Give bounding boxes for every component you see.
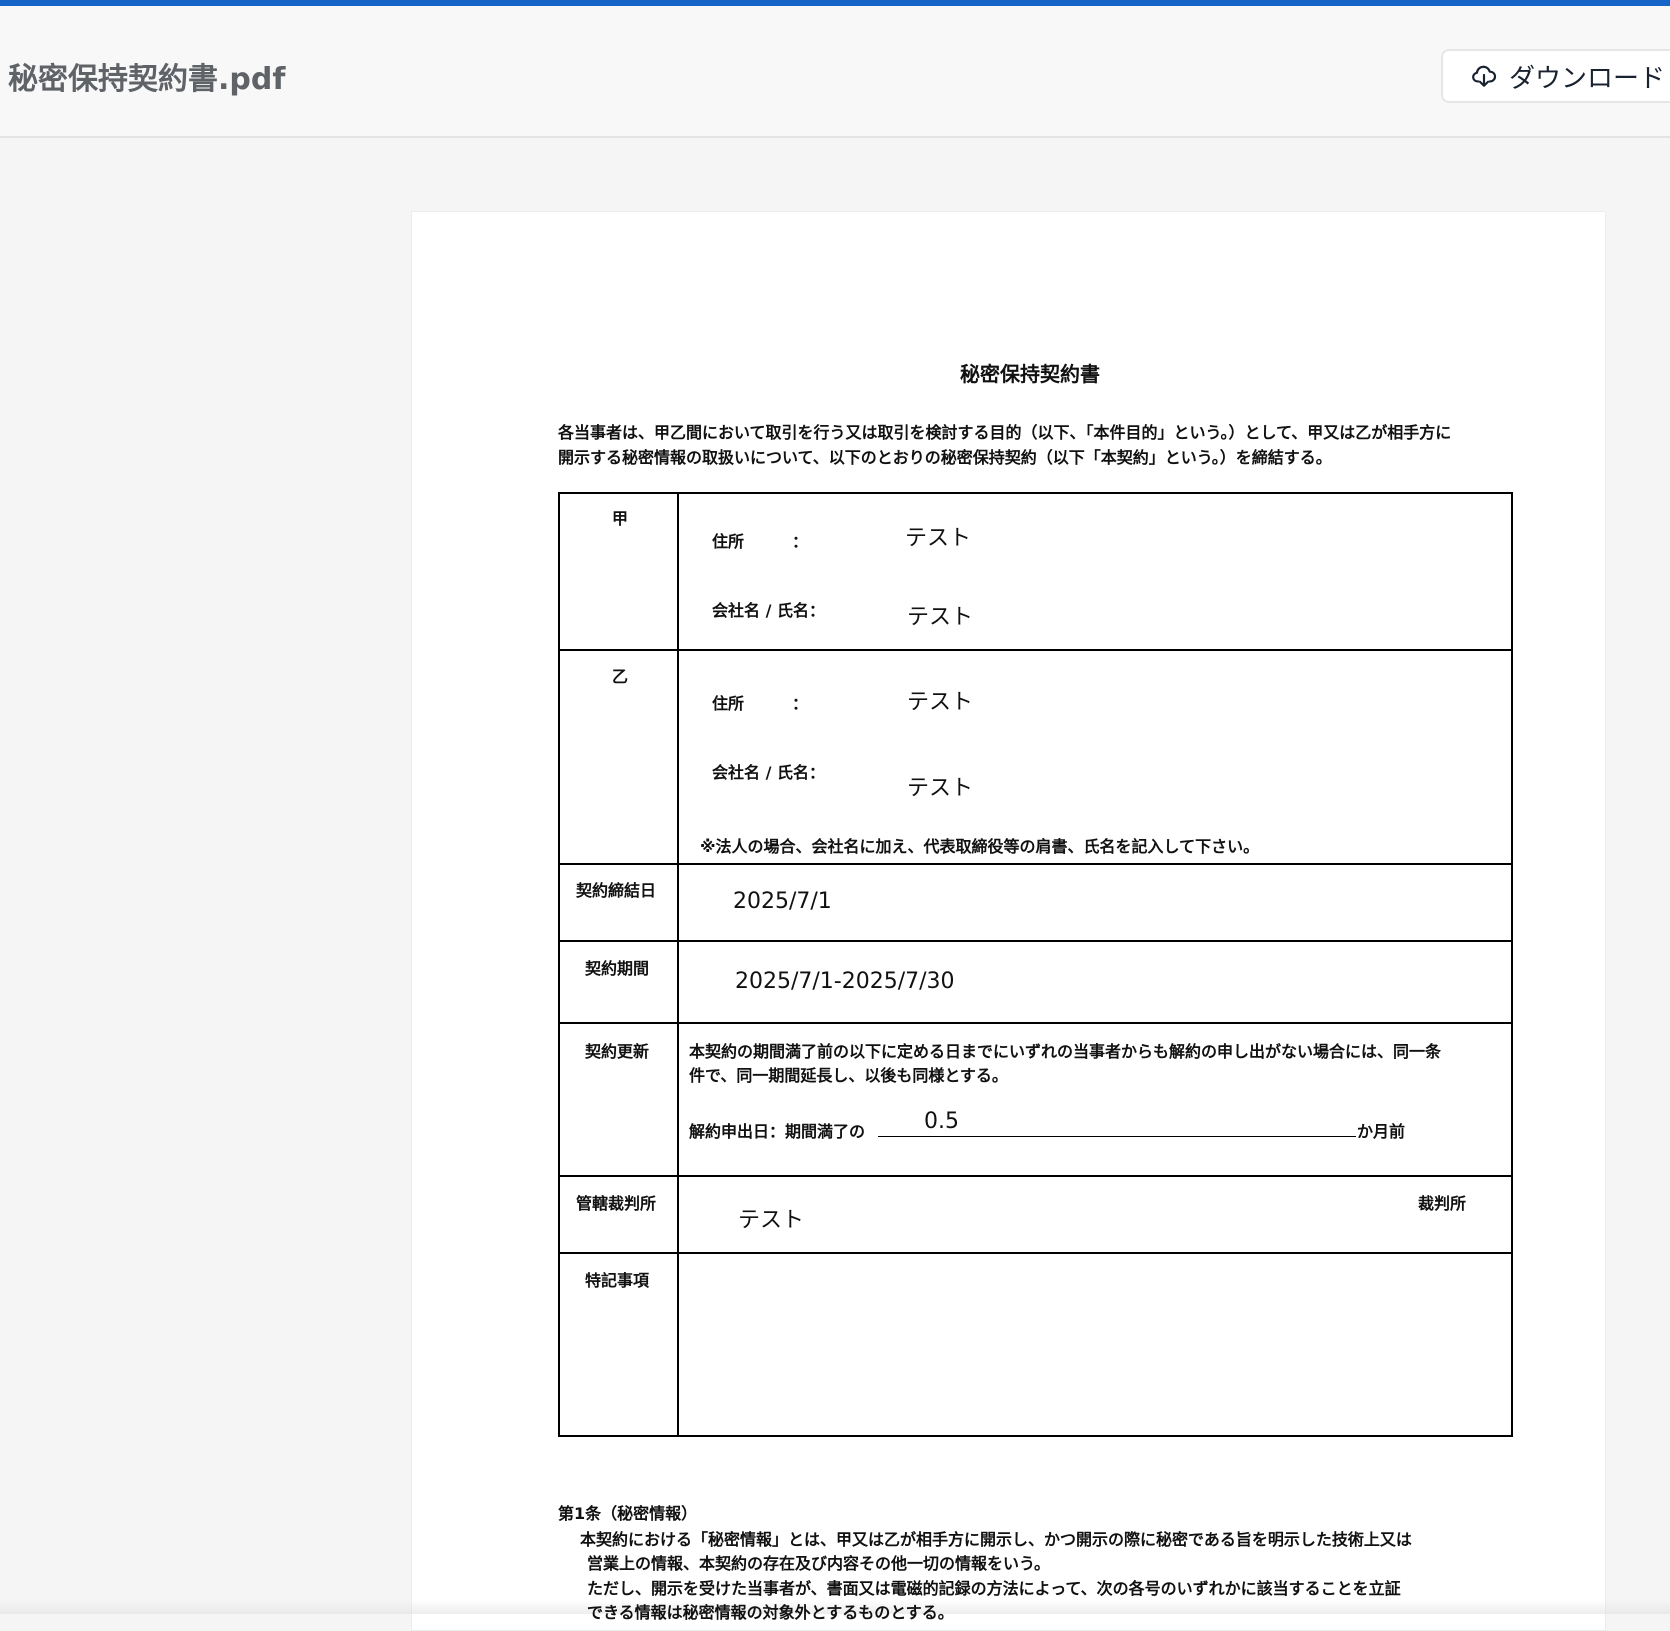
article1-heading: 第1条（秘密情報）	[558, 1504, 698, 1523]
intro-line: 各当事者は、甲乙間において取引を行う又は取引を検討する目的（以下、「本件目的」と…	[558, 423, 1452, 442]
party-b-address-label: 住所 ：	[712, 694, 809, 713]
article1-line: できる情報は秘密情報の対象外とするものとする。	[587, 1603, 954, 1622]
row-divider	[558, 649, 1513, 651]
special-label: 特記事項	[585, 1271, 650, 1290]
download-label: ダウンロード	[1509, 63, 1666, 94]
signing-date-value: 2025/7/1	[733, 889, 832, 914]
party-b-name-label: 会社名 / 氏名：	[712, 763, 825, 782]
party-a-label: 甲	[612, 509, 629, 528]
cloud-download-icon	[1472, 65, 1497, 87]
party-a-address: テスト	[905, 526, 972, 551]
contract-table	[558, 492, 1513, 1437]
renewal-text: 件で、同一期間延長し、以後も同様とする。	[689, 1066, 1008, 1085]
party-a-name-label: 会社名 / 氏名：	[712, 601, 825, 620]
document-title: 秘密保持契約書	[960, 362, 1100, 386]
court-value: テスト	[738, 1208, 805, 1233]
period-label: 契約期間	[585, 959, 650, 978]
party-a-address-label: 住所 ：	[712, 532, 809, 551]
party-a-name: テスト	[907, 605, 974, 630]
file-name: 秘密保持契約書.pdf	[8, 62, 286, 97]
notice-underline	[878, 1136, 1356, 1137]
period-value: 2025/7/1-2025/7/30	[735, 969, 955, 994]
article1-line: 本契約における「秘密情報」とは、甲又は乙が相手方に開示し、かつ開示の際に秘密であ…	[580, 1530, 1412, 1549]
column-divider	[677, 492, 679, 1437]
party-b-address: テスト	[907, 690, 974, 715]
row-divider	[558, 1022, 1513, 1024]
court-label: 管轄裁判所	[576, 1194, 657, 1213]
notice-suffix: か月前	[1357, 1122, 1406, 1141]
court-suffix: 裁判所	[1418, 1194, 1467, 1213]
row-divider	[558, 940, 1513, 942]
notice-value: 0.5	[924, 1109, 959, 1134]
party-b-name: テスト	[907, 776, 974, 801]
article1-line: ただし、開示を受けた当事者が、書面又は電磁的記録の方法によって、次の各号のいずれ…	[587, 1579, 1401, 1598]
signing-date-label: 契約締結日	[576, 881, 657, 900]
download-button[interactable]: ダウンロード	[1441, 49, 1670, 103]
renewal-label: 契約更新	[585, 1042, 650, 1061]
row-divider	[558, 1252, 1513, 1254]
party-b-note: ※法人の場合、会社名に加え、代表取締役等の肩書、氏名を記入して下さい。	[700, 837, 1260, 856]
renewal-text: 本契約の期間満了前の以下に定める日までにいずれの当事者からも解約の申し出がない場…	[689, 1042, 1442, 1061]
row-divider	[558, 1175, 1513, 1177]
party-b-label: 乙	[612, 667, 629, 686]
article1-line: 営業上の情報、本契約の存在及び内容その他一切の情報をいう。	[587, 1554, 1051, 1573]
row-divider	[558, 863, 1513, 865]
viewer-header: 秘密保持契約書.pdf ダウンロード	[0, 6, 1670, 138]
intro-line: 開示する秘密情報の取扱いについて、以下のとおりの秘密保持契約（以下「本契約」とい…	[558, 448, 1332, 467]
notice-label: 解約申出日：期間満了の	[689, 1122, 866, 1141]
